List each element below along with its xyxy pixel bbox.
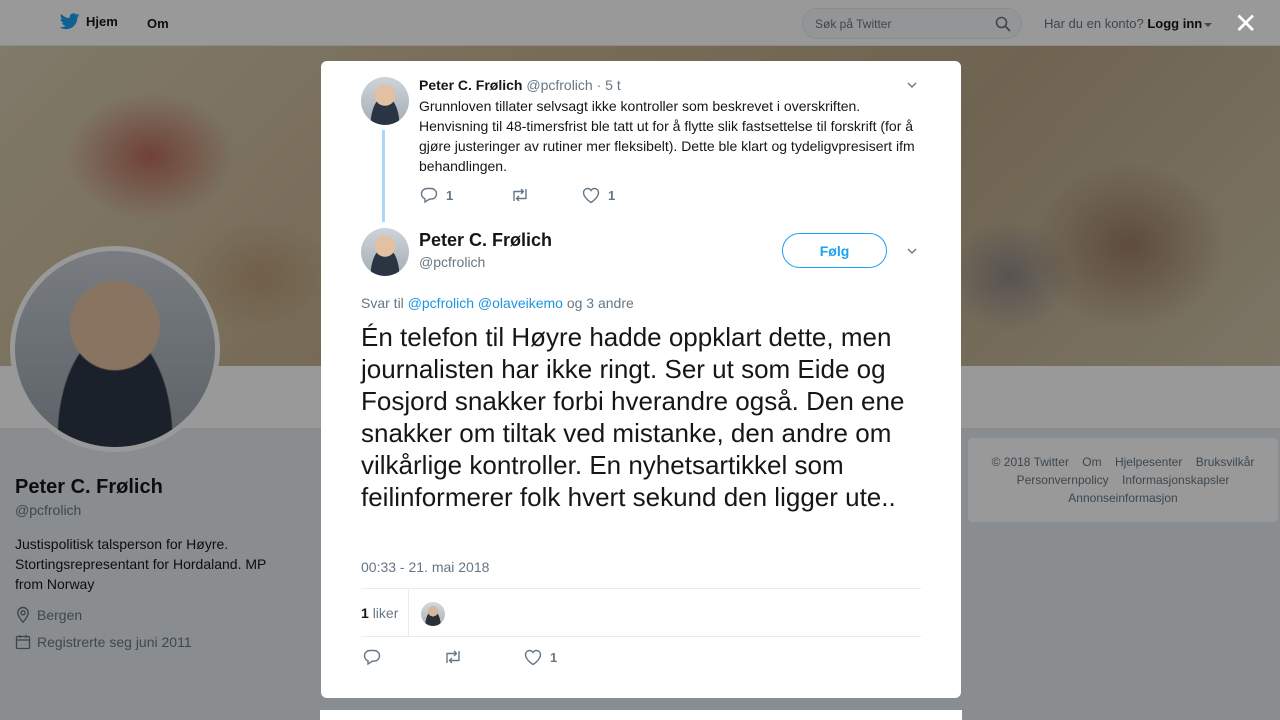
follow-button[interactable]: Følg [782, 233, 887, 268]
main-tweet-text: Én telefon til Høyre hadde oppklart dett… [361, 322, 905, 512]
reply-count: 1 [446, 187, 454, 203]
chevron-down-icon[interactable] [907, 246, 917, 256]
parent-tweet-name[interactable]: Peter C. Frølich [419, 77, 522, 93]
next-tweet-card [320, 710, 962, 720]
like-button[interactable]: 1 [524, 649, 557, 666]
retweet-icon [446, 650, 460, 664]
heart-icon [582, 187, 600, 203]
likes-stat-label: liker [372, 605, 399, 621]
reply-prefix: Svar til [361, 295, 404, 311]
liker-avatar[interactable] [421, 602, 445, 626]
reply-mention-link[interactable]: @pcfrolich [408, 295, 474, 311]
reply-icon [420, 187, 438, 204]
like-count: 1 [608, 187, 616, 203]
close-icon[interactable]: ✕ [1234, 10, 1257, 38]
like-button[interactable]: 1 [582, 187, 615, 204]
retweet-button[interactable] [443, 649, 524, 665]
main-tweet-name[interactable]: Peter C. Frølich [419, 230, 552, 251]
reply-button[interactable]: 1 [420, 186, 510, 204]
reply-icon [363, 649, 381, 666]
parent-tweet-avatar[interactable] [361, 77, 409, 125]
likes-stat[interactable]: 1 liker [361, 605, 398, 621]
likes-stat-count: 1 [361, 605, 369, 621]
tweet-stats: 1 liker [361, 588, 921, 637]
parent-tweet-actions: 1 1 [420, 186, 615, 204]
parent-tweet-time[interactable]: · 5 t [597, 77, 621, 93]
reply-mention-link[interactable]: @olaveikemo [478, 295, 563, 311]
chevron-down-icon[interactable] [907, 80, 917, 90]
heart-icon [524, 649, 542, 665]
parent-tweet-header: Peter C. Frølich @pcfrolich · 5 t [419, 77, 621, 93]
parent-tweet-handle[interactable]: @pcfrolich [526, 77, 592, 93]
parent-tweet-text: Grunnloven tillater selvsagt ikke kontro… [419, 98, 915, 174]
reply-button[interactable] [363, 648, 443, 666]
reply-suffix-link[interactable]: og 3 andre [567, 295, 634, 311]
main-tweet-avatar[interactable] [361, 228, 409, 276]
main-tweet-handle[interactable]: @pcfrolich [419, 254, 485, 270]
retweet-button[interactable] [510, 187, 582, 203]
thread-connector [382, 130, 385, 222]
main-tweet-timestamp: 00:33 - 21. mai 2018 [361, 559, 490, 575]
like-count: 1 [550, 649, 558, 665]
retweet-icon [513, 188, 527, 202]
stats-divider [408, 589, 409, 637]
reply-context: Svar til @pcfrolich @olaveikemo og 3 and… [361, 295, 634, 311]
main-tweet-actions: 1 [363, 648, 557, 666]
